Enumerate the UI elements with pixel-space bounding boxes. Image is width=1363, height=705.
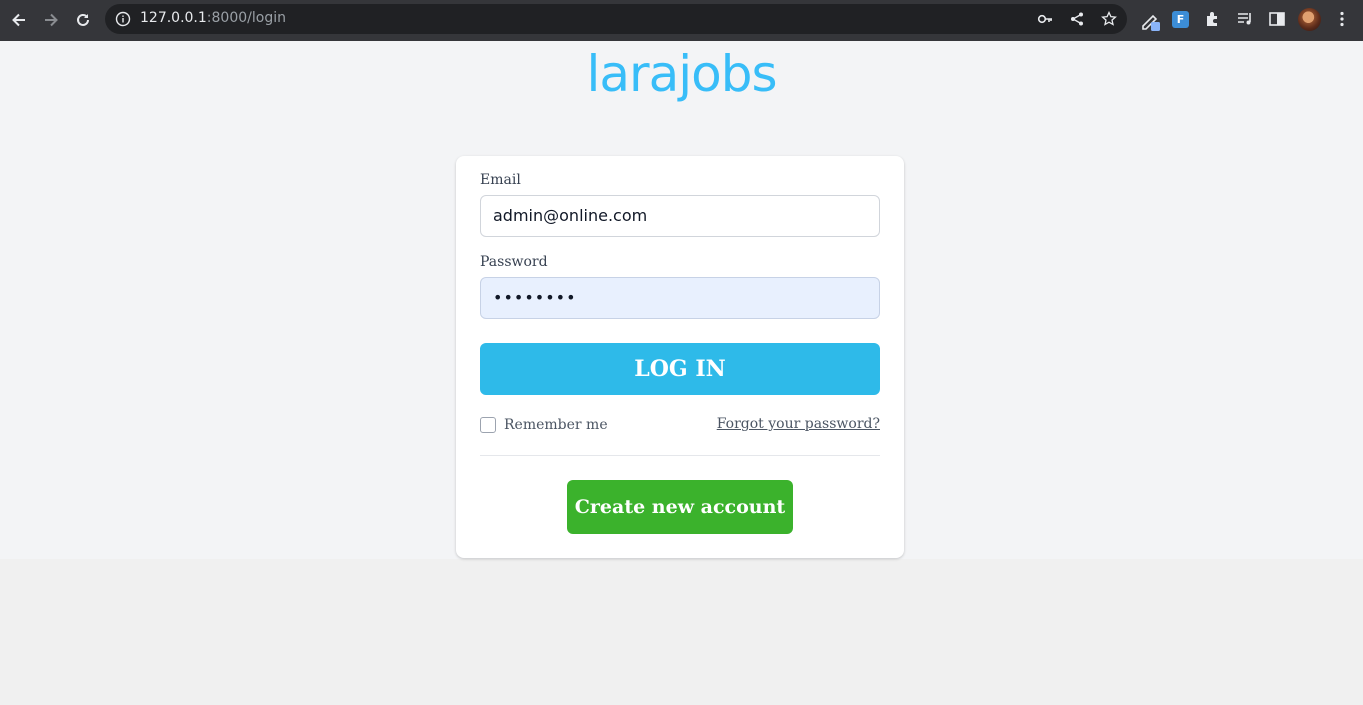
puzzle-icon[interactable] (1204, 10, 1224, 30)
remember-label: Remember me (504, 417, 608, 433)
sidepanel-icon[interactable] (1268, 10, 1288, 30)
site-logo[interactable]: larajobs (0, 44, 1363, 104)
avatar[interactable] (1298, 8, 1321, 31)
address-bar[interactable]: 127.0.0.1:8000/login (105, 4, 1127, 34)
reload-icon[interactable] (71, 8, 95, 32)
login-button[interactable]: LOG IN (480, 343, 880, 395)
back-icon[interactable] (7, 8, 31, 32)
password-field[interactable]: •••••••• (480, 277, 880, 319)
extension-f-icon[interactable]: F (1172, 11, 1189, 28)
key-icon[interactable] (1037, 11, 1053, 27)
browser-toolbar: 127.0.0.1:8000/login F (0, 0, 1363, 41)
url-text[interactable]: 127.0.0.1:8000/login (140, 10, 286, 26)
media-icon[interactable] (1236, 10, 1256, 30)
forgot-password-link[interactable]: Forgot your password? (717, 416, 880, 432)
login-card: Email admin@online.com Password ••••••••… (456, 156, 904, 558)
share-icon[interactable] (1069, 11, 1085, 27)
remember-checkbox[interactable] (480, 417, 496, 433)
url-host: 127.0.0.1 (140, 10, 207, 26)
forward-icon[interactable] (39, 8, 63, 32)
info-icon[interactable] (115, 11, 131, 27)
star-icon[interactable] (1101, 10, 1117, 27)
email-field[interactable]: admin@online.com (480, 195, 880, 237)
pen-icon[interactable] (1140, 10, 1160, 31)
menu-icon[interactable] (1333, 10, 1353, 30)
url-path: :8000/login (206, 10, 286, 26)
email-label: Email (480, 172, 521, 188)
extension-label: F (1176, 13, 1185, 26)
create-account-button[interactable]: Create new account (567, 480, 793, 534)
password-label: Password (480, 254, 548, 270)
divider (480, 455, 880, 456)
remember-me[interactable]: Remember me (480, 417, 608, 433)
